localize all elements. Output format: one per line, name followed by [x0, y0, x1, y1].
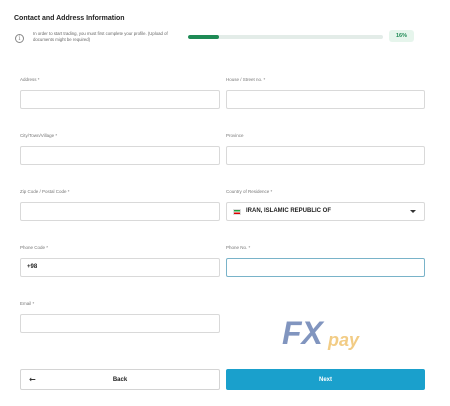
next-button-label: Next	[318, 376, 332, 383]
city-label: City/Town/Village *	[20, 133, 58, 138]
address-input[interactable]	[20, 90, 220, 109]
zip-code-label: Zip Code / Postal Code *	[20, 189, 70, 194]
form-title: Contact and Address Information	[14, 15, 125, 22]
info-circle-icon: i	[15, 34, 24, 43]
watermark-fx-text: FX	[282, 315, 325, 351]
watermark-pay-text: pay	[327, 330, 360, 350]
province-label: Province	[226, 133, 244, 138]
country-select-value: IRAN, ISLAMIC REPUBLIC OF	[246, 208, 331, 214]
country-label: Country of Residence *	[226, 189, 273, 194]
phone-code-input[interactable]: +98	[20, 258, 220, 277]
caret-down-icon	[410, 210, 416, 213]
zip-code-input[interactable]	[20, 202, 220, 221]
address-label: Address *	[20, 77, 40, 82]
back-button-label: Back	[112, 376, 128, 383]
house-street-label: House / Street no. *	[226, 77, 266, 82]
email-input[interactable]	[20, 314, 220, 333]
back-button[interactable]: ← Back	[20, 369, 220, 390]
iran-flag-icon	[233, 208, 241, 215]
country-select[interactable]: IRAN, ISLAMIC REPUBLIC OF	[226, 202, 425, 221]
progress-fill	[188, 35, 220, 39]
phone-no-input[interactable]	[226, 258, 425, 277]
house-street-input[interactable]	[226, 90, 425, 109]
profile-progress-bar	[188, 35, 383, 39]
phone-code-label: Phone Code *	[20, 245, 49, 250]
info-text: In order to start trading, you must firs…	[33, 31, 168, 42]
arrow-left-icon: ←	[29, 375, 36, 384]
email-label: Email *	[20, 301, 35, 306]
progress-percent-badge: 16%	[389, 30, 414, 42]
province-input[interactable]	[226, 146, 425, 165]
phone-no-label: Phone No. *	[226, 245, 251, 250]
next-button[interactable]: Next	[226, 369, 425, 390]
fxpay-watermark-logo: FX pay	[282, 315, 360, 351]
city-input[interactable]	[20, 146, 220, 165]
